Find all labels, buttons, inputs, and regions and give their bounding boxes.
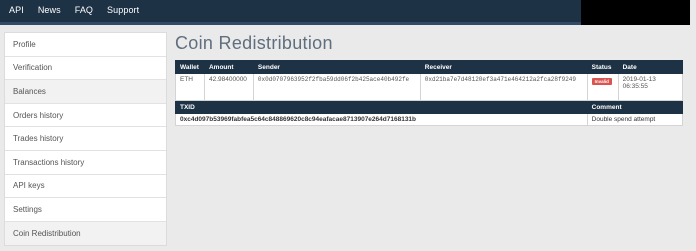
table-subheader-row: TXID Comment <box>175 100 684 114</box>
cell-wallet: ETH <box>175 73 205 101</box>
sidebar-item-balances[interactable]: Balances <box>5 80 166 104</box>
nav-faq-link[interactable]: FAQ <box>75 5 93 15</box>
sidebar-item-label: Coin Redistribution <box>13 229 81 239</box>
col-header-comment: Comment <box>586 100 684 114</box>
table-row: 0xc4d097b53969fabfea5c64c848869620c8c94e… <box>175 113 684 126</box>
cell-comment: Double spend attempt <box>586 113 684 126</box>
col-header-txid: TXID <box>175 100 588 114</box>
col-header-amount: Amount <box>203 60 254 74</box>
sidebar-item-api-keys[interactable]: API keys <box>5 175 166 199</box>
cell-status: Invalid <box>586 73 619 101</box>
col-header-sender: Sender <box>252 60 421 74</box>
cell-amount: 42.98400000 <box>203 73 254 101</box>
sidebar-item-label: Transactions history <box>13 157 85 167</box>
nav-news-link[interactable]: News <box>38 5 61 15</box>
nav-api-link[interactable]: API <box>9 5 24 15</box>
account-sidebar: Profile Verification Balances Orders his… <box>4 32 167 247</box>
sidebar-item-label: API keys <box>13 181 45 191</box>
cell-receiver-address: 0xd21ba7e7d48120ef3a471e464212a2fca28f92… <box>419 73 588 101</box>
redacted-account-area <box>581 0 690 25</box>
sidebar-item-label: Balances <box>13 86 46 96</box>
redistribution-table: Wallet Amount Sender Receiver Status Dat… <box>175 60 684 126</box>
nav-support-link[interactable]: Support <box>107 5 139 15</box>
cell-txid: 0xc4d097b53969fabfea5c64c848869620c8c94e… <box>175 113 588 126</box>
sidebar-item-profile[interactable]: Profile <box>5 33 166 57</box>
cell-date: 2019-01-13 06:35:55 <box>617 73 684 101</box>
sidebar-item-coin-redistribution[interactable]: Coin Redistribution <box>5 221 166 246</box>
top-navbar: API News FAQ Support <box>0 0 690 25</box>
navbar-underline <box>0 22 587 25</box>
sidebar-item-label: Trades history <box>13 134 64 144</box>
cell-sender-address: 0x0d0707963952f2fba59dd06f2b425ace40b492… <box>252 73 421 101</box>
col-header-receiver: Receiver <box>419 60 588 74</box>
sidebar-item-label: Profile <box>13 39 36 49</box>
sidebar-item-settings[interactable]: Settings <box>5 198 166 222</box>
page-title: Coin Redistribution <box>175 33 333 53</box>
col-header-wallet: Wallet <box>175 60 205 74</box>
sidebar-item-label: Settings <box>13 204 42 214</box>
time-text: 06:35:55 <box>622 83 648 90</box>
status-badge: Invalid <box>591 78 612 85</box>
main-content: Coin Redistribution Wallet Amount Sender… <box>175 32 690 126</box>
sidebar-item-label: Orders history <box>13 110 64 120</box>
col-header-date: Date <box>617 60 684 74</box>
col-header-status: Status <box>586 60 619 74</box>
sidebar-item-orders-history[interactable]: Orders history <box>5 104 166 128</box>
date-text: 2019-01-13 <box>622 76 656 83</box>
sidebar-item-transactions-history[interactable]: Transactions history <box>5 151 166 175</box>
sidebar-item-verification[interactable]: Verification <box>5 57 166 81</box>
sidebar-item-trades-history[interactable]: Trades history <box>5 127 166 151</box>
sidebar-item-label: Verification <box>13 63 53 73</box>
table-row: ETH 42.98400000 0x0d0707963952f2fba59dd0… <box>175 73 684 101</box>
table-header-row: Wallet Amount Sender Receiver Status Dat… <box>175 60 684 74</box>
